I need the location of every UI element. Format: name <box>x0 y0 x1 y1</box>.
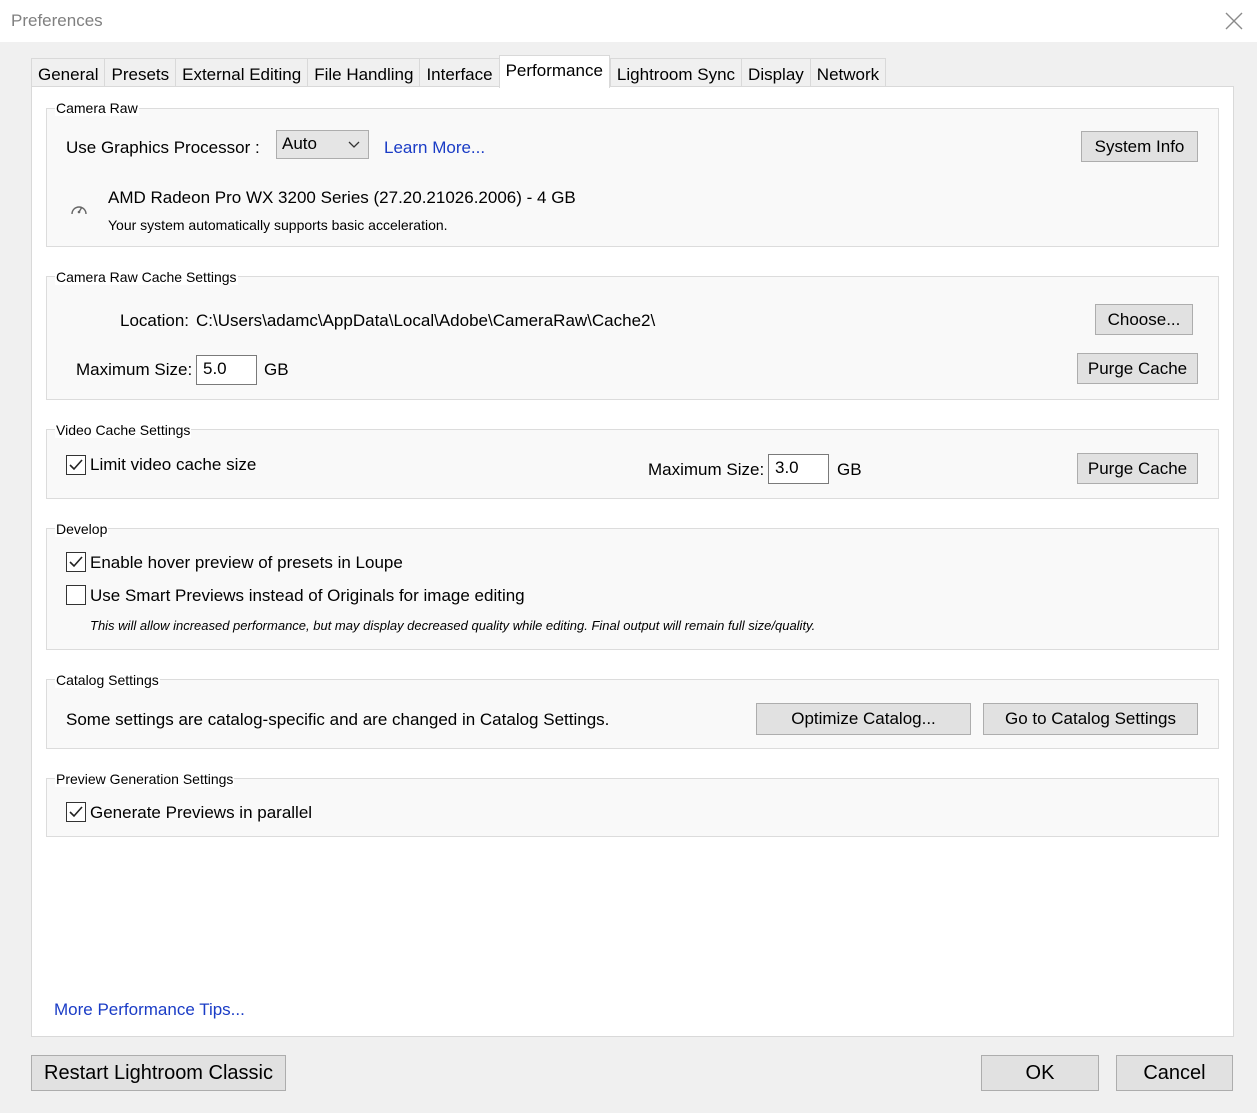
tab-bar: General Presets External Editing File Ha… <box>31 55 887 88</box>
develop-title: Develop <box>55 521 109 537</box>
checkmark-icon <box>69 556 83 568</box>
max-size-label: Maximum Size: <box>76 360 193 379</box>
catalog-group: Some settings are catalog-specific and a… <box>46 679 1219 749</box>
cache-settings-title: Camera Raw Cache Settings <box>55 269 238 285</box>
checkmark-icon <box>69 806 83 818</box>
gpu-name: AMD Radeon Pro WX 3200 Series (27.20.210… <box>108 188 576 207</box>
video-max-size-label: Maximum Size: <box>648 460 765 479</box>
hover-preview-label: Enable hover preview of presets in Loupe <box>90 553 403 572</box>
limit-video-cache-checkbox[interactable] <box>66 455 86 475</box>
close-icon[interactable] <box>1221 8 1247 34</box>
generate-parallel-label: Generate Previews in parallel <box>90 803 313 822</box>
gpu-select-value: Auto <box>282 134 317 153</box>
develop-group: Enable hover preview of presets in Loupe… <box>46 528 1219 650</box>
go-to-catalog-settings-button[interactable]: Go to Catalog Settings <box>983 703 1198 735</box>
camera-raw-title: Camera Raw <box>55 100 139 116</box>
tab-interface[interactable]: Interface <box>419 58 499 87</box>
cancel-button[interactable]: Cancel <box>1116 1055 1233 1091</box>
max-size-unit: GB <box>264 360 289 379</box>
cache-settings-group: Location: C:\Users\adamc\AppData\Local\A… <box>46 276 1219 400</box>
title-bar: Preferences <box>0 0 1257 42</box>
video-max-size-input[interactable]: 3.0 <box>768 454 829 484</box>
checkmark-icon <box>69 459 83 471</box>
tab-general[interactable]: General <box>31 58 105 87</box>
more-performance-tips-link[interactable]: More Performance Tips... <box>54 1000 245 1020</box>
location-value: C:\Users\adamc\AppData\Local\Adobe\Camer… <box>196 311 656 330</box>
gpu-status: Your system automatically supports basic… <box>108 217 448 233</box>
smart-previews-checkbox[interactable] <box>66 585 86 605</box>
video-purge-cache-button[interactable]: Purge Cache <box>1077 453 1198 484</box>
purge-cache-button[interactable]: Purge Cache <box>1077 353 1198 384</box>
tab-performance[interactable]: Performance <box>498 55 610 88</box>
gpu-label: Use Graphics Processor : <box>66 138 260 157</box>
chevron-down-icon <box>348 141 360 148</box>
video-max-size-unit: GB <box>837 460 862 479</box>
choose-button[interactable]: Choose... <box>1095 304 1193 335</box>
optimize-catalog-button[interactable]: Optimize Catalog... <box>756 703 971 735</box>
catalog-title: Catalog Settings <box>55 672 160 688</box>
location-label: Location: <box>120 311 189 330</box>
tab-lightroom-sync[interactable]: Lightroom Sync <box>609 58 742 87</box>
camera-raw-group: Use Graphics Processor : Auto Learn More… <box>46 108 1219 247</box>
performance-panel: Use Graphics Processor : Auto Learn More… <box>31 86 1234 1037</box>
restart-lightroom-button[interactable]: Restart Lightroom Classic <box>31 1055 286 1091</box>
tab-external-editing[interactable]: External Editing <box>175 58 308 87</box>
learn-more-link[interactable]: Learn More... <box>384 138 485 158</box>
tab-display[interactable]: Display <box>741 58 810 87</box>
hover-preview-checkbox[interactable] <box>66 552 86 572</box>
video-cache-title: Video Cache Settings <box>55 422 192 438</box>
tab-presets[interactable]: Presets <box>104 58 176 87</box>
max-size-input[interactable]: 5.0 <box>196 355 257 385</box>
generate-parallel-checkbox[interactable] <box>66 802 86 822</box>
smart-previews-note: This will allow increased performance, b… <box>90 618 816 633</box>
tab-network[interactable]: Network <box>809 58 887 87</box>
window-title: Preferences <box>11 11 103 30</box>
gauge-icon <box>69 201 89 222</box>
system-info-button[interactable]: System Info <box>1081 131 1198 162</box>
ok-button[interactable]: OK <box>981 1055 1099 1091</box>
preview-generation-title: Preview Generation Settings <box>55 771 235 787</box>
smart-previews-label: Use Smart Previews instead of Originals … <box>90 586 525 605</box>
tab-file-handling[interactable]: File Handling <box>307 58 420 87</box>
gpu-select[interactable]: Auto <box>276 130 369 159</box>
video-cache-group: Limit video cache size Maximum Size: 3.0… <box>46 429 1219 499</box>
catalog-text: Some settings are catalog-specific and a… <box>66 710 610 729</box>
limit-video-cache-label: Limit video cache size <box>90 455 257 474</box>
